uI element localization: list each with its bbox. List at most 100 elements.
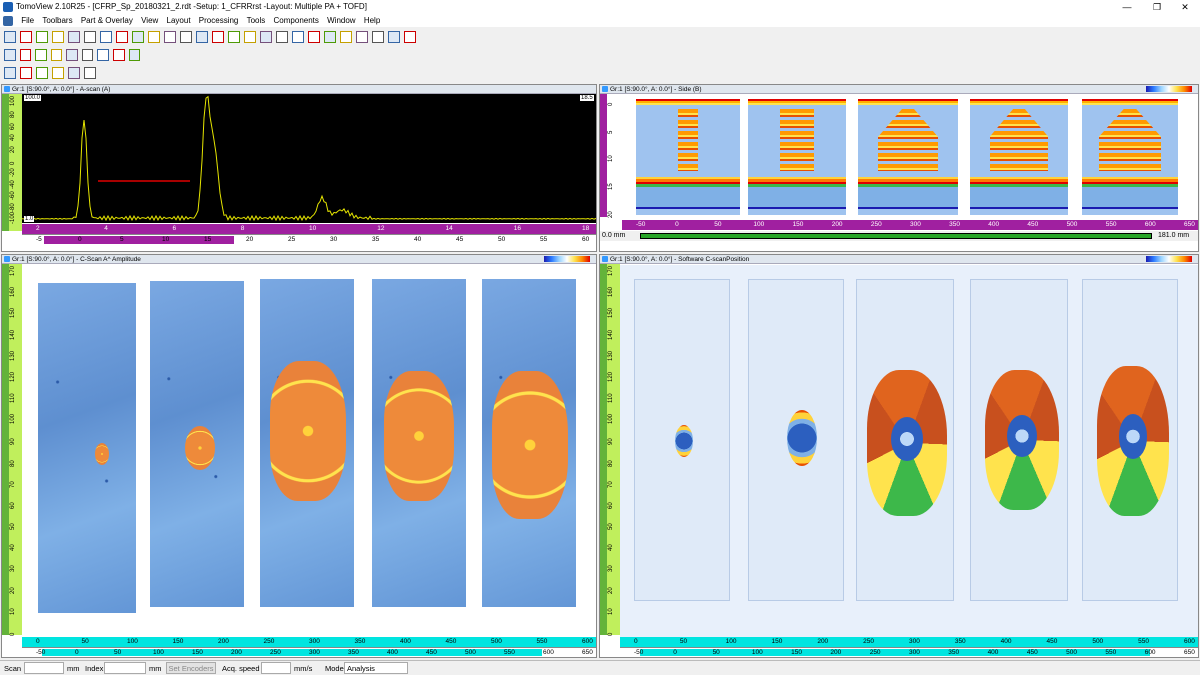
cpos-vertical-ruler[interactable]: 170 160 150 140 130 120 110 100 90 80 70 60 50 40 30 20…	[600, 264, 620, 636]
cpos-title: Gr:1 [S:90.0°, A: 0.0°] - Software C-sca…	[610, 256, 750, 263]
main-tool-icon-20[interactable]	[308, 31, 320, 43]
ascan-panel: Gr:1 [S:90.0°, A: 0.0°] - A-scan (A) 100…	[1, 84, 597, 252]
view-tool-icon-8[interactable]	[112, 49, 125, 61]
minimize-button[interactable]: —	[1112, 0, 1142, 14]
cscan-vertical-ruler[interactable]: 170 160 150 140 130 120 110 100 90 80 70 60 50 40 30 20…	[2, 264, 22, 636]
mode-field[interactable]: Analysis	[344, 662, 408, 674]
menu-toolbars[interactable]: Toolbars	[42, 14, 72, 27]
view-tool-icon-9[interactable]	[128, 49, 141, 61]
file-tool-icon-3[interactable]	[36, 67, 48, 79]
main-tool-icon-25[interactable]	[388, 31, 400, 43]
index-field[interactable]	[104, 662, 146, 674]
main-tool-icon-5[interactable]	[68, 31, 80, 43]
side-axis[interactable]: -50 0 50 100 150 200 250 300 350 400 450 500 550 600 6…	[622, 220, 1198, 230]
ascan-vertical-ruler[interactable]: 100 80 60 40 20 0 -20 -40 -60 -80 -100	[2, 94, 22, 231]
menu-view[interactable]: View	[141, 14, 158, 27]
main-tool-icon-24[interactable]	[372, 31, 384, 43]
cscan-plot[interactable]	[22, 265, 596, 637]
scan-unit: mm	[67, 664, 80, 673]
file-tool-icon-2[interactable]	[20, 67, 32, 79]
main-tool-icon-18[interactable]	[276, 31, 288, 43]
ascan-bottom-axis[interactable]: -5 0 5 10 15 20 25 30 35 40 45 50 55 60	[22, 234, 596, 244]
horizontal-tick-label: 250	[270, 649, 281, 656]
main-tool-icon-2[interactable]	[20, 31, 32, 43]
horizontal-tick-label: 50	[679, 638, 688, 645]
main-tool-icon-3[interactable]	[36, 31, 48, 43]
horizontal-tick-label: 500	[1066, 221, 1078, 228]
menu-window[interactable]: Window	[327, 14, 355, 27]
main-tool-icon-14[interactable]	[212, 31, 224, 43]
view-tool-icon-4[interactable]	[50, 49, 63, 61]
main-tool-icon-15[interactable]	[228, 31, 240, 43]
cpos-bottom-axis[interactable]: -50 0 50 100 150 200 250 300 350 400 450 500 550 600 6…	[620, 647, 1198, 657]
horizontal-tick-label: 250	[870, 221, 882, 228]
view-tool-icon-3[interactable]	[35, 49, 47, 61]
menu-help[interactable]: Help	[364, 14, 380, 27]
menu-file[interactable]: File	[21, 14, 34, 27]
document-icon[interactable]	[3, 15, 13, 26]
acq-speed-field[interactable]	[261, 662, 291, 674]
view-tool-icon-7[interactable]	[97, 49, 109, 61]
main-tool-icon-23[interactable]	[356, 31, 368, 43]
cpos-plot[interactable]	[620, 265, 1198, 637]
cpos-top-axis[interactable]: 0 50 100 150 200 250 300 350 400 450 500 550 600	[620, 637, 1198, 647]
restore-button[interactable]: ❐	[1142, 0, 1172, 14]
horizontal-tick-label: 400	[1000, 638, 1012, 645]
range-slider[interactable]	[640, 233, 1152, 239]
color-palette[interactable]	[1146, 256, 1192, 262]
main-tool-icon-26[interactable]	[404, 31, 416, 43]
horizontal-tick-label: 100	[751, 649, 763, 656]
panel-icon	[4, 86, 10, 92]
main-tool-icon-13[interactable]	[196, 31, 208, 43]
main-tool-icon-8[interactable]	[116, 31, 128, 43]
cscan-specimen-tile	[260, 279, 354, 607]
main-tool-icon-12[interactable]	[180, 31, 192, 43]
main-tool-icon-16[interactable]	[244, 31, 256, 43]
vertical-tick-label: 170	[10, 265, 16, 276]
file-tool-icon-5[interactable]	[68, 67, 80, 79]
menu-processing[interactable]: Processing	[199, 14, 239, 27]
side-vertical-ruler[interactable]: 0 5 10 15 20	[600, 94, 620, 218]
menu-tools[interactable]: Tools	[247, 14, 266, 27]
main-tool-icon-11[interactable]	[164, 31, 176, 43]
main-tool-icon-1[interactable]	[4, 31, 16, 43]
ascan-top-axis[interactable]: 2 4 6 8 10 12 14 16 18	[22, 224, 596, 234]
delamination-indication	[384, 371, 454, 501]
file-tool-icon-6[interactable]	[84, 67, 96, 79]
close-button[interactable]: ✕	[1170, 0, 1200, 14]
main-tool-icon-4[interactable]	[52, 31, 64, 43]
horizontal-tick-label: 500	[465, 649, 476, 656]
horizontal-tick-label: 4	[104, 225, 108, 232]
file-tool-icon-1[interactable]	[4, 67, 16, 79]
set-encoders-button[interactable]: Set Encoders	[166, 662, 216, 674]
cscan-top-axis[interactable]: 0 50 100 150 200 250 300 350 400 450 500 550 600	[22, 637, 596, 647]
ascan-plot[interactable]	[22, 94, 596, 223]
vertical-tick-label: 0	[10, 632, 16, 636]
view-tool-icon-2[interactable]	[19, 49, 32, 61]
main-tool-icon-19[interactable]	[292, 31, 304, 43]
main-tool-icon-6[interactable]	[84, 31, 96, 43]
menu-layout[interactable]: Layout	[167, 14, 191, 27]
main-tool-icon-10[interactable]	[148, 31, 160, 43]
horizontal-tick-label: 350	[354, 638, 366, 645]
horizontal-tick-label: 550	[504, 649, 515, 656]
scan-field[interactable]	[24, 662, 64, 674]
view-tool-icon-6[interactable]	[81, 49, 94, 61]
color-palette[interactable]	[1146, 86, 1192, 92]
main-tool-icon-17[interactable]	[260, 31, 272, 43]
file-tool-icon-4[interactable]	[52, 67, 64, 79]
main-tool-icon-7[interactable]	[100, 31, 112, 43]
cscan-bottom-axis[interactable]: -50 0 50 100 150 200 250 300 350 400 450 500 550 600 6…	[22, 647, 596, 657]
side-plot[interactable]	[622, 95, 1198, 219]
horizontal-tick-label: 0	[673, 649, 677, 656]
menu-part-overlay[interactable]: Part & Overlay	[81, 14, 133, 27]
menu-components[interactable]: Components	[274, 14, 319, 27]
main-tool-icon-9[interactable]	[132, 31, 144, 43]
horizontal-tick-label: 300	[309, 638, 320, 645]
main-tool-icon-21[interactable]	[324, 31, 336, 43]
color-palette[interactable]	[544, 256, 590, 262]
view-tool-icon-5[interactable]	[66, 49, 78, 61]
horizontal-tick-label: 250	[869, 649, 881, 656]
main-tool-icon-22[interactable]	[340, 31, 352, 43]
view-tool-icon-1[interactable]	[4, 49, 16, 61]
